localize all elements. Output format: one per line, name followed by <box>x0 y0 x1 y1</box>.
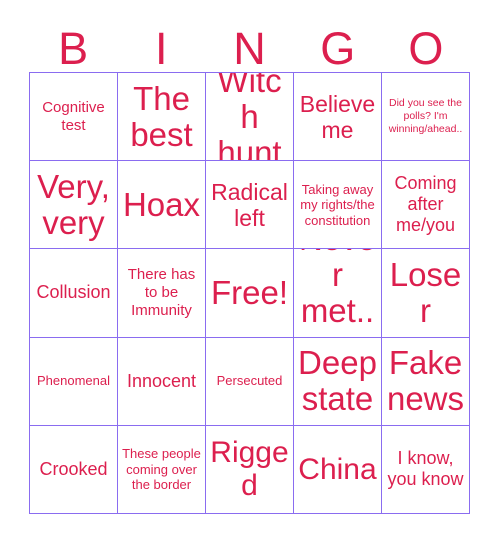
bingo-cell-label: Very, very <box>37 167 110 241</box>
bingo-cell[interactable]: Radical left <box>206 161 294 250</box>
bingo-cell[interactable]: The best <box>118 73 206 162</box>
bingo-cell-label: Collusion <box>36 282 111 303</box>
bingo-cell-label: Taking away my rights/the constitution <box>300 181 375 228</box>
bingo-cell[interactable]: Taking away my rights/the constitution <box>294 161 382 250</box>
bingo-cell-label: Believe me <box>299 90 376 143</box>
bingo-cell-label: Free! <box>210 273 289 311</box>
bingo-cell[interactable]: Believe me <box>294 73 382 162</box>
bingo-cell-label: Deep state <box>298 344 377 418</box>
bingo-cell-label: There has to be Immunity <box>127 265 196 319</box>
header-letter-o: O <box>408 23 444 74</box>
bingo-cell[interactable]: I know, you know <box>382 425 470 514</box>
header-letter-i: I <box>155 23 168 74</box>
bingo-cell-label: I know, you know <box>387 448 464 490</box>
bingo-cell[interactable]: Innocent <box>118 337 206 426</box>
bingo-cell-label: Crooked <box>39 458 108 479</box>
bingo-cell-label: Witch hunt <box>217 73 282 162</box>
bingo-cell[interactable]: Free! <box>206 249 294 338</box>
bingo-cell[interactable]: Crooked <box>30 425 118 514</box>
bingo-cell[interactable]: Never met... <box>294 249 382 338</box>
bingo-cell[interactable]: Fake news <box>382 337 470 426</box>
bingo-cell-label: Hoax <box>122 185 201 223</box>
bingo-card: B I N G O Cognitive test The best Witch … <box>0 0 500 544</box>
bingo-cell[interactable]: Witch hunt <box>206 73 294 162</box>
bingo-cell[interactable]: These people coming over the border <box>118 425 206 514</box>
bingo-cell-label: Never met... <box>299 249 376 336</box>
bingo-cell[interactable]: Cognitive test <box>30 73 118 162</box>
header-letter-b: B <box>58 23 89 74</box>
bingo-cell-label: Cognitive test <box>42 98 105 134</box>
bingo-cell[interactable]: China <box>294 425 382 514</box>
bingo-cell-label: Phenomenal <box>37 373 110 389</box>
bingo-cell[interactable]: Did you see the polls? I'm winning/ahead… <box>382 73 470 162</box>
bingo-cell-label: Did you see the polls? I'm winning/ahead… <box>388 97 463 136</box>
bingo-cell-label: Coming after me/you <box>394 173 457 236</box>
bingo-cell[interactable]: Loser <box>382 249 470 338</box>
bingo-cell-label: These people coming over the border <box>122 446 201 493</box>
bingo-cell[interactable]: Very, very <box>30 161 118 250</box>
bingo-cell-label: Persecuted <box>216 373 283 389</box>
header-letter-g: G <box>320 23 356 74</box>
bingo-cell-label: The best <box>130 79 193 153</box>
bingo-cell-label: Innocent <box>126 370 197 391</box>
bingo-cell-label: Loser <box>389 255 462 329</box>
bingo-header-row: B I N G O <box>29 14 470 72</box>
bingo-cell-label: Fake news <box>386 344 465 418</box>
bingo-cell-label: Radical left <box>211 178 288 231</box>
bingo-cell[interactable]: Rigged <box>206 425 294 514</box>
bingo-cell[interactable]: Coming after me/you <box>382 161 470 250</box>
bingo-grid: Cognitive test The best Witch hunt Belie… <box>29 72 470 514</box>
bingo-cell[interactable]: Deep state <box>294 337 382 426</box>
bingo-cell[interactable]: Collusion <box>30 249 118 338</box>
bingo-cell[interactable]: Persecuted <box>206 337 294 426</box>
bingo-cell[interactable]: Hoax <box>118 161 206 250</box>
bingo-cell-label: China <box>298 452 377 486</box>
bingo-cell[interactable]: Phenomenal <box>30 337 118 426</box>
bingo-cell[interactable]: There has to be Immunity <box>118 249 206 338</box>
header-letter-n: N <box>233 23 266 74</box>
bingo-cell-label: Rigged <box>210 436 289 503</box>
